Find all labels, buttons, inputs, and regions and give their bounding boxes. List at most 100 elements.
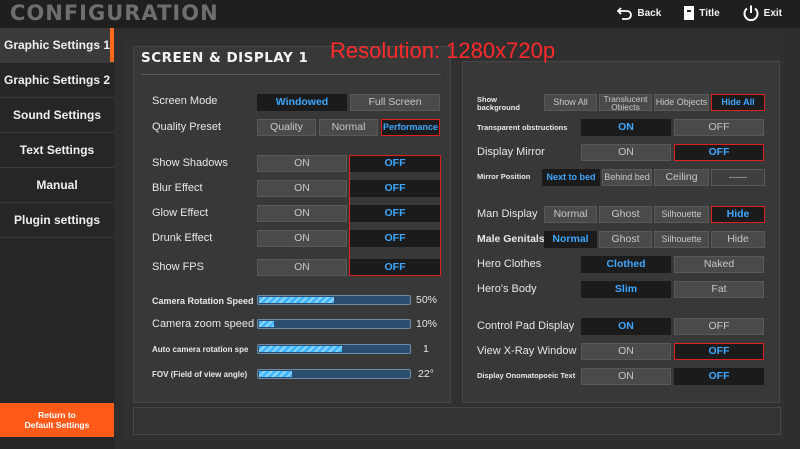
man-display-ghost[interactable]: Ghost	[599, 206, 652, 223]
mirror-position-label: Mirror Position	[477, 172, 531, 181]
reset-label-line2: Default Settings	[24, 420, 90, 430]
screen-mode-fullscreen[interactable]: Full Screen	[350, 94, 440, 111]
fov-slider[interactable]	[257, 369, 411, 379]
auto-rotation-value: 1	[423, 343, 429, 355]
camera-rotation-slider[interactable]	[257, 295, 411, 305]
transparent-obstructions-off[interactable]: OFF	[674, 119, 764, 136]
camera-rotation-label: Camera Rotation Speed	[152, 296, 254, 306]
mirror-position-behind-bed[interactable]: Behind bed	[602, 169, 652, 186]
screen-mode-windowed[interactable]: Windowed	[257, 94, 347, 111]
power-icon	[743, 5, 759, 22]
hero-body-fat[interactable]: Fat	[674, 281, 764, 298]
blur-effect-label: Blur Effect	[152, 182, 203, 194]
male-genitals-normal[interactable]: Normal	[544, 231, 597, 248]
title-divider	[141, 74, 441, 75]
camera-zoom-label: Camera zoom speed	[152, 318, 255, 330]
auto-rotation-slider[interactable]	[257, 344, 411, 354]
show-fps-label: Show FPS	[152, 261, 204, 273]
mirror-position-next-to-bed[interactable]: Next to bed	[542, 169, 600, 186]
onomatopoeic-label: Display Onomatopoeic Text	[477, 371, 576, 380]
screen-mode-label: Screen Mode	[152, 95, 218, 107]
camera-zoom-slider[interactable]	[257, 319, 411, 329]
back-button[interactable]: Back	[617, 6, 661, 20]
reset-label-line1: Return to	[38, 410, 76, 420]
camera-rotation-value: 50%	[416, 294, 438, 306]
title-button[interactable]: Title	[683, 5, 720, 21]
sidebar-item-sound-settings[interactable]: Sound Settings	[0, 98, 114, 133]
exit-button[interactable]: Exit	[742, 4, 782, 22]
title-card-icon	[684, 6, 695, 20]
man-display-hide[interactable]: Hide	[711, 206, 765, 223]
glow-effect-off[interactable]: OFF	[350, 205, 440, 222]
male-genitals-hide[interactable]: Hide	[711, 231, 765, 248]
show-background-label: Show background	[477, 96, 520, 112]
hero-clothes-clothed[interactable]: Clothed	[581, 256, 671, 273]
slider-fill	[259, 371, 292, 377]
drunk-effect-label: Drunk Effect	[152, 232, 213, 244]
transparent-obstructions-on[interactable]: ON	[581, 119, 671, 136]
hero-clothes-label: Hero Clothes	[477, 258, 542, 270]
fov-label: FOV (Field of view angle)	[152, 370, 248, 379]
control-pad-off[interactable]: OFF	[674, 318, 764, 335]
show-background-translucent[interactable]: Translucent Objects	[599, 94, 652, 111]
man-display-label: Man Display	[477, 208, 538, 220]
sidebar-item-graphic-settings-1[interactable]: Graphic Settings 1	[0, 28, 114, 63]
slider-fill	[259, 297, 334, 303]
auto-rotation-label: Auto camera rotation spe	[152, 345, 249, 354]
show-fps-on[interactable]: ON	[257, 259, 347, 276]
quality-preset-normal[interactable]: Normal	[319, 119, 378, 136]
quality-preset-quality[interactable]: Quality	[257, 119, 316, 136]
onomatopoeic-off[interactable]: OFF	[674, 368, 764, 385]
blur-effect-on[interactable]: ON	[257, 180, 347, 197]
hero-clothes-naked[interactable]: Naked	[674, 256, 764, 273]
show-background-show-all[interactable]: Show All	[544, 94, 597, 111]
male-genitals-silhouette[interactable]: Silhouette	[654, 231, 709, 248]
camera-zoom-value: 10%	[416, 318, 438, 330]
drunk-effect-off[interactable]: OFF	[350, 230, 440, 247]
display-mirror-label: Display Mirror	[477, 146, 545, 158]
mirror-position-ceiling[interactable]: Ceiling	[654, 169, 709, 186]
hero-body-slim[interactable]: Slim	[581, 281, 671, 298]
display-mirror-off[interactable]: OFF	[674, 144, 764, 161]
xray-window-label: View X-Ray Window	[477, 345, 577, 357]
male-genitals-label: Male Genitals	[477, 233, 545, 245]
man-display-silhouette[interactable]: Silhouette	[654, 206, 709, 223]
slider-fill	[259, 321, 274, 327]
back-label: Back	[637, 7, 662, 19]
slider-fill	[259, 346, 342, 352]
man-display-normal[interactable]: Normal	[544, 206, 597, 223]
sidebar: Graphic Settings 1 Graphic Settings 2 So…	[0, 28, 114, 449]
show-fps-off[interactable]: OFF	[350, 259, 440, 276]
show-background-hide-objects[interactable]: Hide Objects	[654, 94, 709, 111]
display-mirror-on[interactable]: ON	[581, 144, 671, 161]
top-nav: Back Title Exit	[617, 4, 782, 22]
control-pad-on[interactable]: ON	[581, 318, 671, 335]
back-arrow-icon	[617, 7, 633, 20]
resolution-overlay: Resolution: 1280x720p	[330, 38, 556, 63]
show-background-hide-all[interactable]: Hide All	[711, 94, 765, 111]
quality-preset-label: Quality Preset	[152, 121, 222, 133]
control-pad-label: Control Pad Display	[477, 320, 575, 332]
sidebar-item-plugin-settings[interactable]: Plugin settings	[0, 203, 114, 238]
title-label: Title	[699, 7, 720, 19]
hero-body-label: Hero's Body	[477, 283, 537, 295]
xray-window-off[interactable]: OFF	[674, 343, 764, 360]
exit-label: Exit	[763, 7, 782, 19]
blur-effect-off[interactable]: OFF	[350, 180, 440, 197]
glow-effect-on[interactable]: ON	[257, 205, 347, 222]
sidebar-item-manual[interactable]: Manual	[0, 168, 114, 203]
onomatopoeic-on[interactable]: ON	[581, 368, 671, 385]
panel-title: SCREEN & DISPLAY 1	[141, 50, 309, 66]
sidebar-item-text-settings[interactable]: Text Settings	[0, 133, 114, 168]
mirror-position-none[interactable]: ------	[711, 169, 765, 186]
page-title: CONFIGURATION	[10, 1, 219, 25]
transparent-obstructions-label: Transparent obstructions	[477, 123, 568, 132]
show-shadows-off[interactable]: OFF	[350, 155, 440, 172]
drunk-effect-on[interactable]: ON	[257, 230, 347, 247]
quality-preset-performance[interactable]: Performance	[381, 119, 440, 136]
reset-defaults-button[interactable]: Return to Default Settings	[0, 403, 114, 437]
male-genitals-ghost[interactable]: Ghost	[599, 231, 652, 248]
xray-window-on[interactable]: ON	[581, 343, 671, 360]
show-shadows-on[interactable]: ON	[257, 155, 347, 172]
sidebar-item-graphic-settings-2[interactable]: Graphic Settings 2	[0, 63, 114, 98]
